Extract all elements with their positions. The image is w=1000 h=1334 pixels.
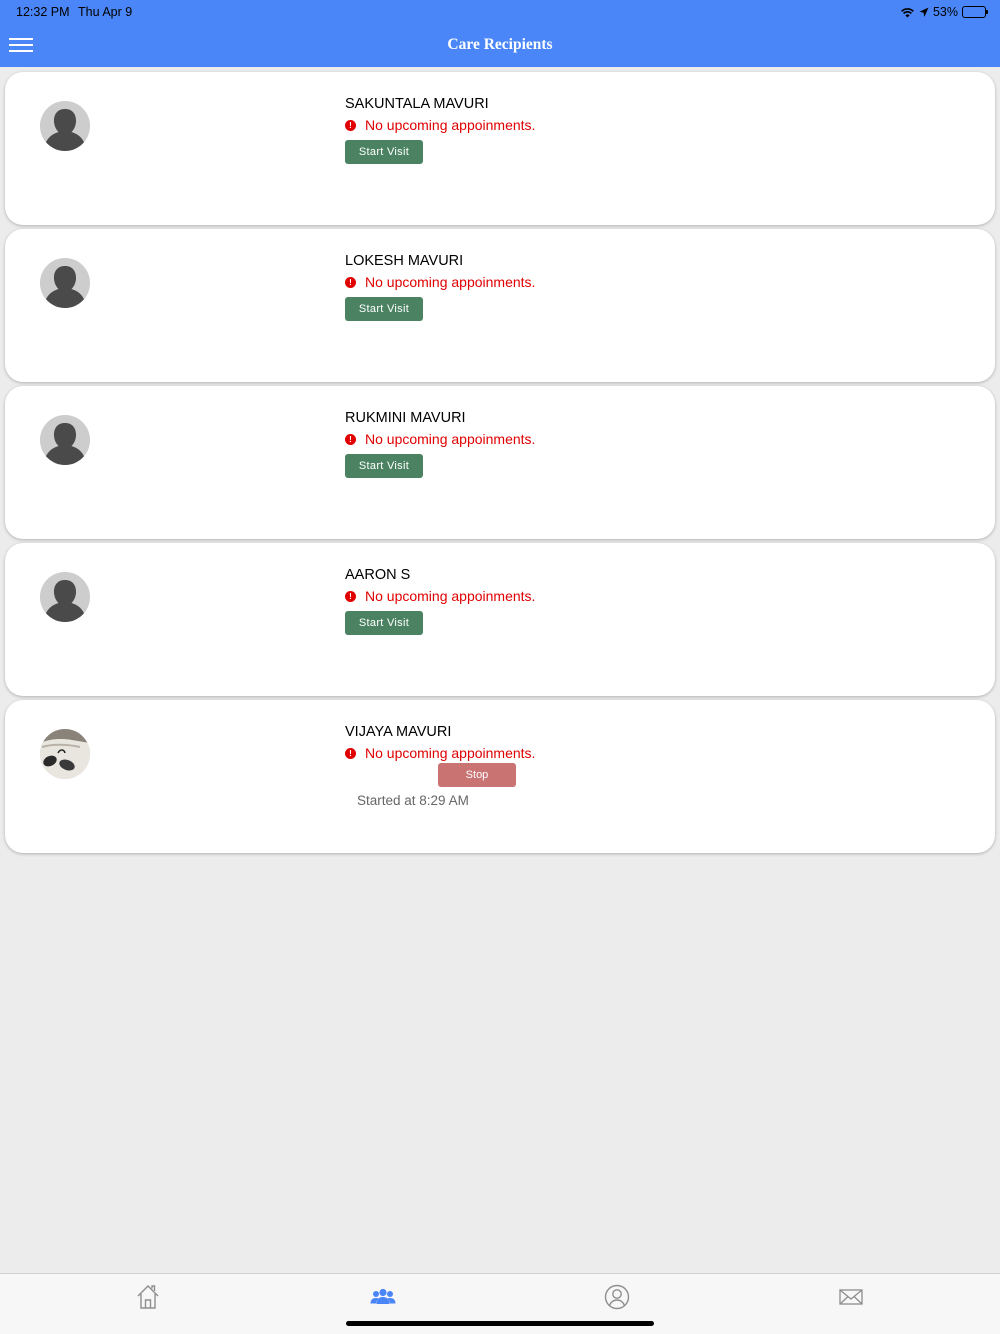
status-time: 12:32 PM	[16, 5, 70, 19]
appointment-text: No upcoming appoinments.	[365, 117, 536, 133]
tab-messages[interactable]	[836, 1282, 866, 1312]
mail-icon	[839, 1289, 863, 1305]
recipient-card[interactable]: SAKUNTALA MAVURI ! No upcoming appoinmen…	[5, 72, 995, 225]
appointment-status: ! No upcoming appoinments.	[345, 431, 535, 447]
appointment-text: No upcoming appoinments.	[365, 431, 536, 447]
stop-visit-button[interactable]: Stop	[438, 763, 516, 787]
recipient-name: SAKUNTALA MAVURI	[345, 96, 489, 112]
alert-icon: !	[345, 119, 356, 131]
start-visit-button[interactable]: Start Visit	[345, 611, 423, 635]
recipient-name: VIJAYA MAVURI	[345, 724, 452, 740]
alert-icon: !	[345, 276, 356, 288]
avatar-photo	[40, 729, 90, 779]
recipient-card[interactable]: VIJAYA MAVURI ! No upcoming appoinments.…	[5, 700, 995, 853]
avatar-placeholder-icon	[40, 572, 90, 622]
recipient-name: AARON S	[345, 567, 411, 583]
home-indicator[interactable]	[346, 1321, 654, 1326]
tab-home[interactable]	[133, 1282, 163, 1312]
recipient-name: RUKMINI MAVURI	[345, 410, 466, 426]
home-icon	[137, 1285, 159, 1309]
avatar-placeholder-icon	[40, 101, 90, 151]
recipient-card[interactable]: RUKMINI MAVURI ! No upcoming appoinments…	[5, 386, 995, 539]
avatar-placeholder-icon	[40, 415, 90, 465]
page-title: Care Recipients	[447, 36, 553, 53]
battery-icon	[962, 6, 988, 18]
location-arrow-icon	[919, 7, 929, 17]
group-icon	[370, 1288, 396, 1304]
wifi-icon	[901, 7, 914, 17]
start-visit-button[interactable]: Start Visit	[345, 454, 423, 478]
appointment-status: ! No upcoming appoinments.	[345, 588, 535, 604]
appointment-status: ! No upcoming appoinments.	[345, 745, 535, 761]
recipient-card[interactable]: AARON S ! No upcoming appoinments. Start…	[5, 543, 995, 696]
start-visit-button[interactable]: Start Visit	[345, 140, 423, 164]
battery-percent: 53%	[932, 5, 958, 19]
alert-icon: !	[345, 433, 356, 445]
appointment-text: No upcoming appoinments.	[365, 745, 536, 761]
status-bar: 12:32 PM Thu Apr 9 53%	[16, 5, 988, 21]
recipient-card[interactable]: LOKESH MAVURI ! No upcoming appoinments.…	[5, 229, 995, 382]
profile-icon	[604, 1284, 630, 1310]
alert-icon: !	[345, 590, 356, 602]
tab-profile[interactable]	[602, 1282, 632, 1312]
status-right: 53%	[900, 5, 988, 19]
appointment-status: ! No upcoming appoinments.	[345, 274, 535, 290]
recipient-name: LOKESH MAVURI	[345, 253, 464, 269]
alert-icon: !	[345, 747, 356, 759]
appointment-text: No upcoming appoinments.	[365, 274, 536, 290]
start-visit-button[interactable]: Start Visit	[345, 297, 423, 321]
appointment-status: ! No upcoming appoinments.	[345, 117, 535, 133]
tab-care-recipients[interactable]	[368, 1282, 398, 1312]
avatar-placeholder-icon	[40, 258, 90, 308]
navigation-bar: 12:32 PM Thu Apr 9 53% Care Recipients	[0, 0, 1000, 67]
visit-started-time: Started at 8:29 AM	[357, 793, 469, 808]
status-date: Thu Apr 9	[78, 5, 133, 19]
appointment-text: No upcoming appoinments.	[365, 588, 536, 604]
